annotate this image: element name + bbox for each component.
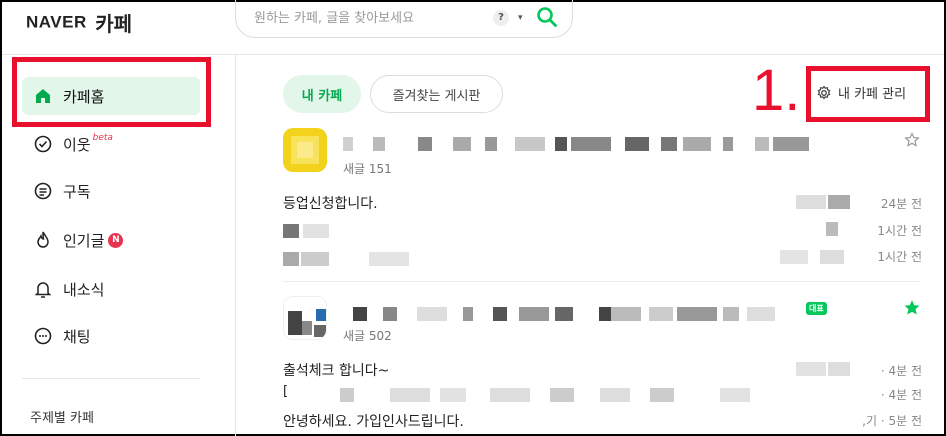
- new-badge: N: [108, 232, 124, 248]
- post-author-blurred: [796, 362, 876, 376]
- gear-icon: [817, 84, 831, 100]
- sidebar-item-subscribe[interactable]: 구독: [22, 172, 200, 210]
- header-divider: [2, 54, 944, 55]
- annotation-step-number: 1.: [752, 58, 801, 123]
- cafe-divider: [283, 281, 921, 282]
- sidebar-topic-cafes[interactable]: 주제별 카페: [30, 407, 94, 426]
- bell-icon: [32, 278, 54, 300]
- manage-label: 내 카페 관리: [838, 87, 907, 102]
- sidebar-item-label: 채팅: [63, 327, 91, 346]
- post-title[interactable]: 등업신청합니다.: [283, 193, 378, 213]
- chat-icon: [32, 325, 54, 347]
- post-title[interactable]: 안녕하세요. 가입인사드립니다.: [283, 411, 464, 431]
- new-post-count: 새글 151: [343, 162, 392, 176]
- sidebar-item-popular[interactable]: 인기글 N: [22, 221, 200, 259]
- star-icon[interactable]: [904, 132, 920, 148]
- highlight-box-cafe-home: [12, 57, 211, 127]
- manage-my-cafe-button[interactable]: 내 카페 관리: [816, 83, 906, 102]
- search-help-icon[interactable]: ?: [493, 10, 509, 26]
- sidebar-item-label: 구독: [63, 182, 91, 201]
- search-icon[interactable]: [536, 6, 558, 28]
- star-filled-icon[interactable]: [904, 300, 920, 316]
- chevron-down-icon[interactable]: ▾: [518, 10, 523, 26]
- flame-icon: [32, 229, 54, 251]
- cafe-thumbnail[interactable]: [283, 296, 327, 340]
- post-author-blurred: [780, 250, 850, 264]
- tab-favorite-boards[interactable]: 즐겨찾는 게시판: [370, 75, 503, 113]
- search-bar: ? ▾: [235, 0, 573, 38]
- sidebar-item-label: 인기글: [63, 231, 105, 250]
- post-title-blurred[interactable]: [283, 252, 423, 266]
- post-time: 1시간 전: [877, 224, 922, 238]
- post-time: ,기 · 5분 전: [862, 414, 922, 428]
- logo-cafe: 카페: [95, 14, 133, 36]
- post-title[interactable]: [: [283, 384, 288, 399]
- tab-my-cafe[interactable]: 내 카페: [283, 75, 361, 113]
- cafe-name-blurred[interactable]: [343, 137, 813, 151]
- post-author-blurred: [796, 195, 852, 209]
- sidebar-item-neighbors[interactable]: 이웃 beta: [22, 125, 200, 163]
- post-time: · 4분 전: [880, 388, 922, 402]
- sidebar-item-label: 내소식: [63, 280, 105, 299]
- post-time: 24분 전: [880, 197, 922, 211]
- sidebar-separator: [22, 378, 200, 379]
- sidebar-item-notifications[interactable]: 내소식: [22, 270, 200, 308]
- post-author-blurred: [826, 222, 840, 236]
- post-title-blurred[interactable]: [300, 388, 770, 402]
- search-input[interactable]: [254, 7, 484, 29]
- sidebar-item-label: 이웃: [63, 135, 91, 154]
- post-time: · 4분 전: [880, 364, 922, 378]
- post-title-blurred[interactable]: [283, 224, 343, 238]
- beta-badge: beta: [92, 133, 113, 143]
- check-circle-icon: [32, 133, 54, 155]
- cafe-thumbnail[interactable]: [283, 128, 327, 172]
- post-time: 1시간 전: [877, 250, 922, 264]
- post-title[interactable]: 출석체크 합니다~: [283, 360, 389, 380]
- new-post-count: 새글 502: [343, 329, 392, 343]
- document-icon: [32, 180, 54, 202]
- logo-naver: NAVER: [26, 12, 87, 32]
- sidebar-item-chat[interactable]: 채팅: [22, 317, 200, 355]
- sidebar-divider: [235, 55, 236, 436]
- cafe-name-blurred[interactable]: [343, 307, 803, 321]
- naver-cafe-logo[interactable]: NAVER 카페: [26, 8, 132, 37]
- representative-badge: 대표: [806, 302, 827, 315]
